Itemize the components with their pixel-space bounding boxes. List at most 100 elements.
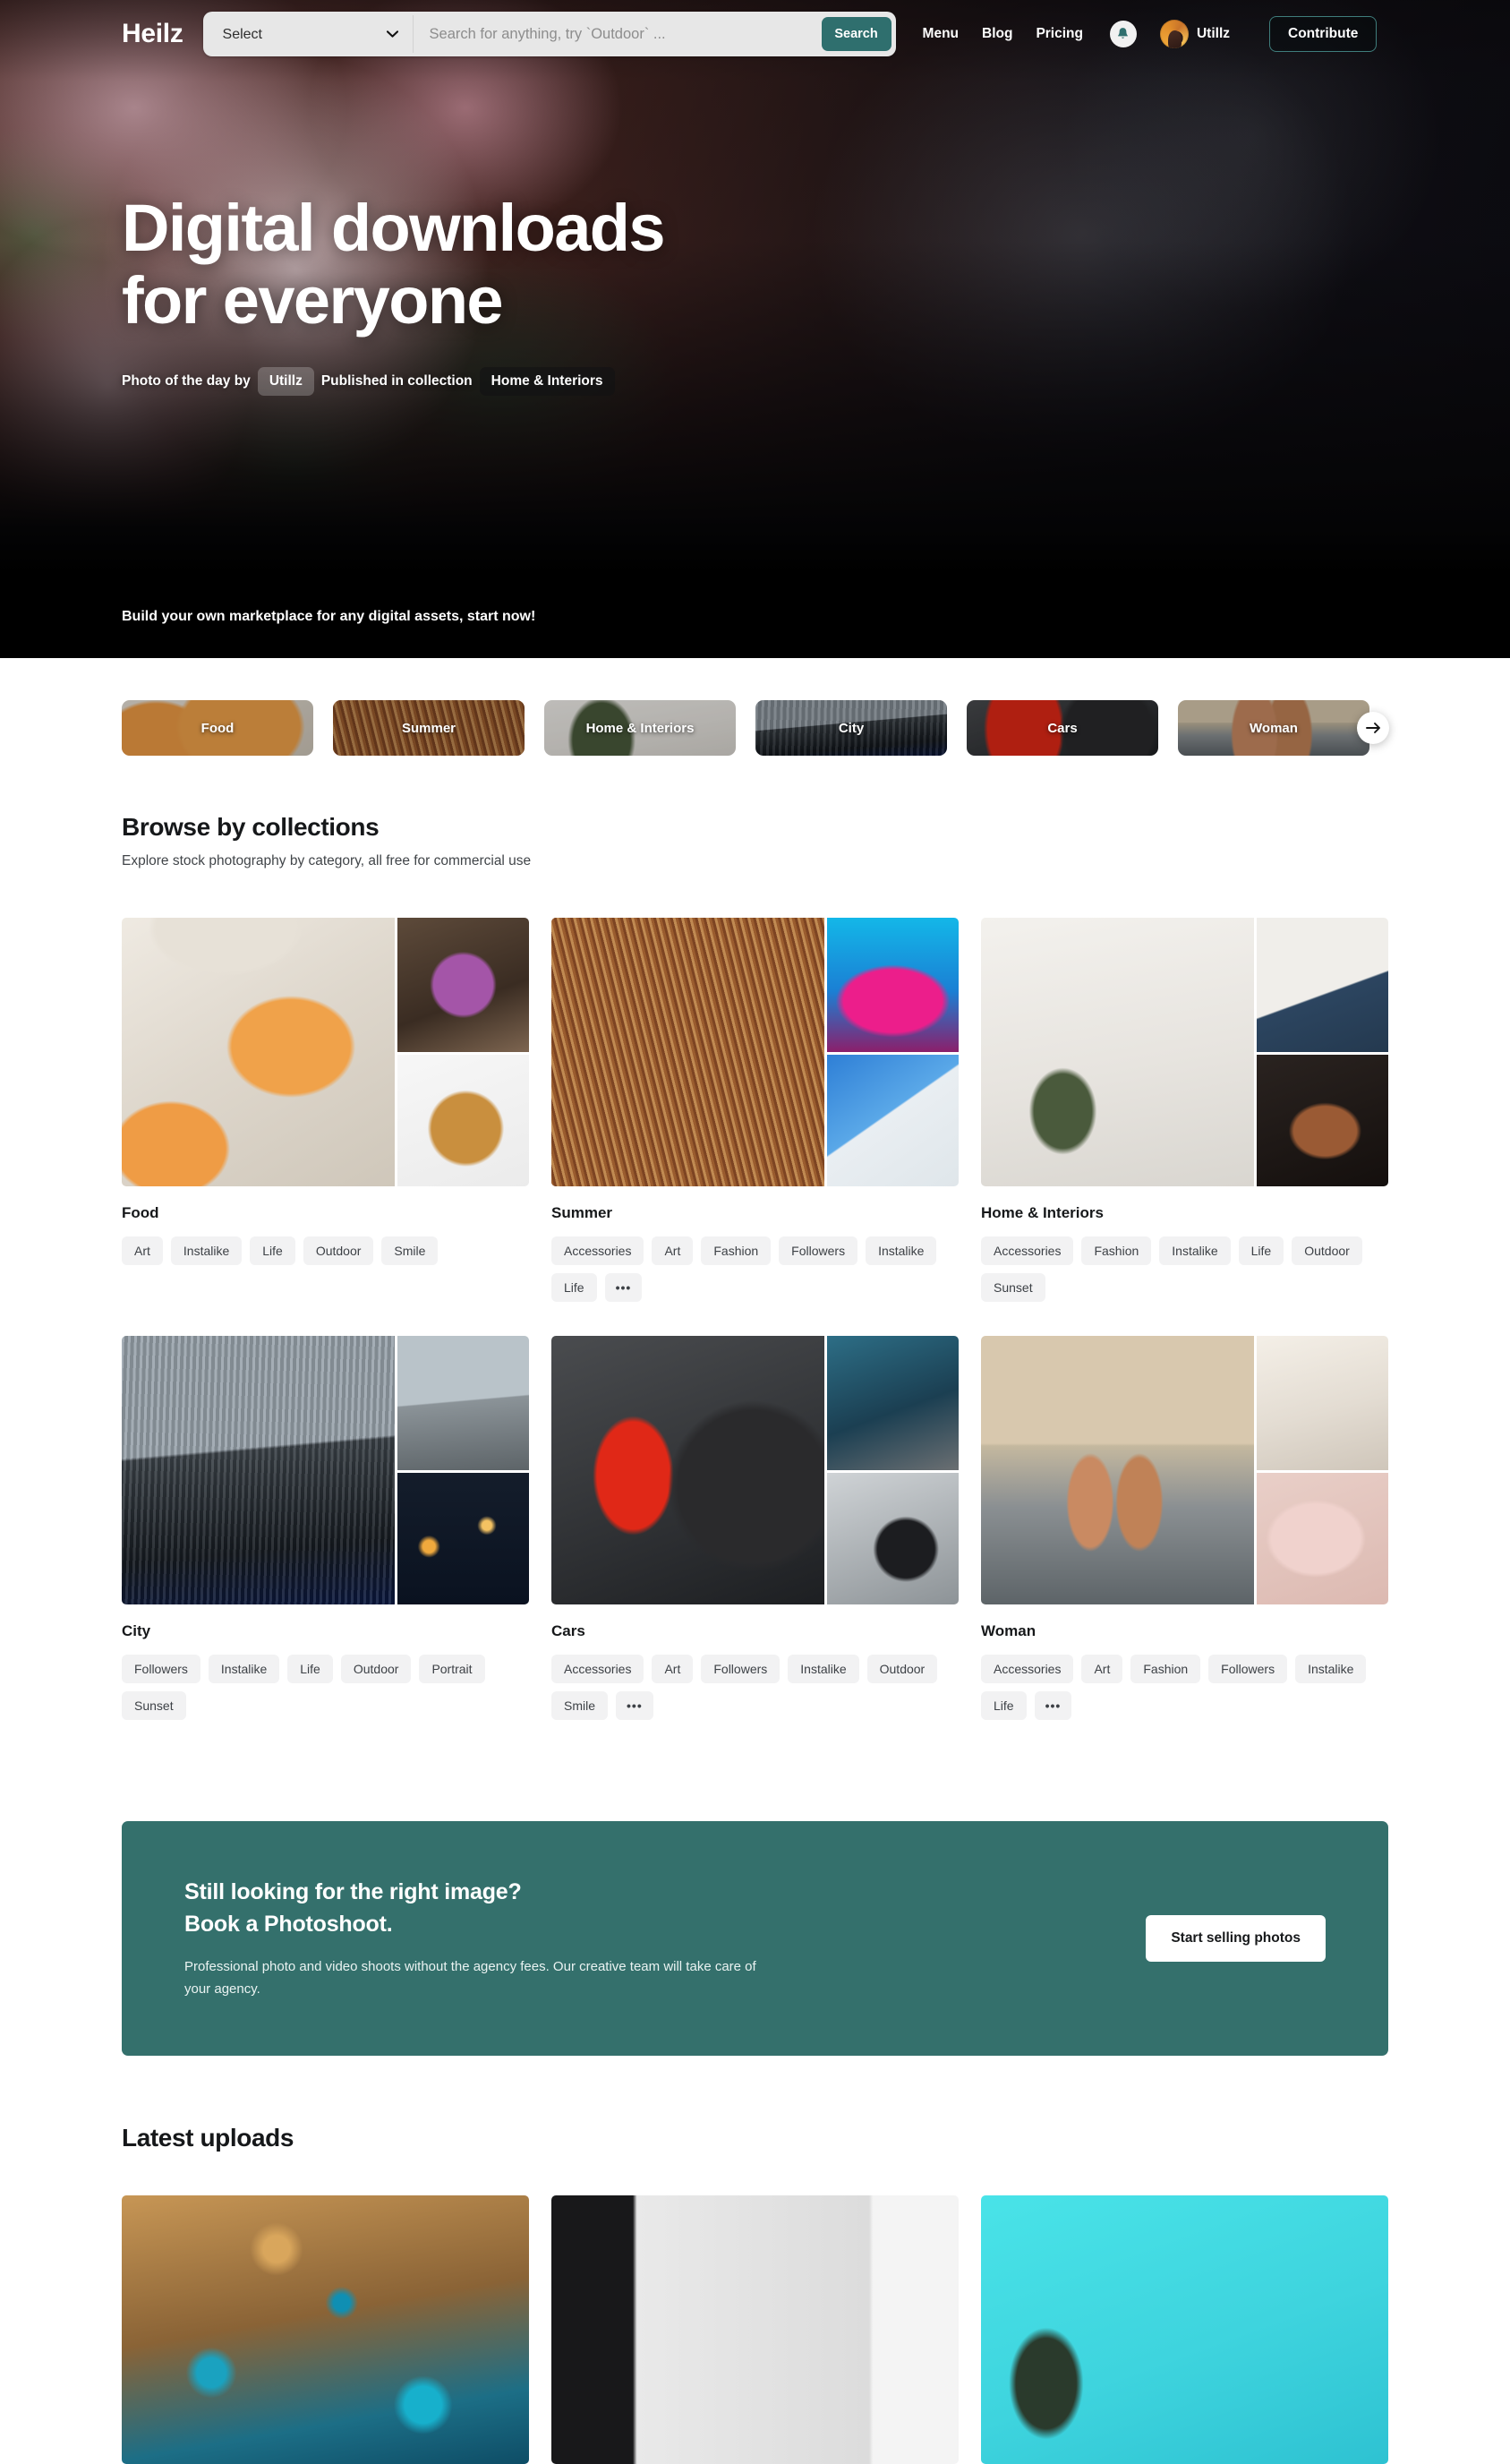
collection-mosaic[interactable] [122, 1336, 529, 1604]
collection-card[interactable]: Food Art Instalike Life Outdoor Smile [122, 918, 529, 1302]
category-pill-label: Home & Interiors [585, 720, 695, 736]
collection-tag[interactable]: Art [652, 1655, 694, 1683]
collection-tag[interactable]: Portrait [419, 1655, 485, 1683]
collection-tag[interactable]: Outdoor [303, 1236, 374, 1265]
collection-tag[interactable]: Life [250, 1236, 295, 1265]
collection-tag[interactable]: Followers [701, 1655, 781, 1683]
collection-tag-list: Accessories Art Followers Instalike Outdoor S… [551, 1655, 959, 1720]
category-pill-label: Cars [1047, 720, 1078, 736]
contribute-button[interactable]: Contribute [1269, 16, 1378, 52]
collection-tag[interactable]: Sunset [981, 1273, 1045, 1302]
collection-tag[interactable]: Life [287, 1655, 333, 1683]
collection-card[interactable]: City Followers Instalike Life Outdoor Portrai… [122, 1336, 529, 1720]
latest-upload-card[interactable] [551, 2195, 959, 2464]
collection-tag[interactable]: Fashion [1130, 1655, 1201, 1683]
category-pill[interactable]: Summer [333, 700, 525, 756]
collection-thumb-top [1257, 918, 1388, 1052]
collection-mosaic[interactable] [981, 918, 1388, 1186]
collection-thumb-bottom [397, 1473, 529, 1604]
bell-icon [1118, 28, 1129, 38]
collection-tag[interactable]: Fashion [701, 1236, 772, 1265]
collection-tag[interactable]: Instalike [208, 1655, 280, 1683]
collection-thumb-main [981, 1336, 1254, 1604]
collection-tag-list: Art Instalike Life Outdoor Smile [122, 1236, 529, 1265]
collection-thumb-top [1257, 1336, 1388, 1470]
collection-thumb-bottom [1257, 1055, 1388, 1186]
collection-tag[interactable]: Life [1238, 1236, 1284, 1265]
collections-section-header: Browse by collections Explore stock phot… [122, 813, 531, 869]
collections-title: Browse by collections [122, 813, 380, 841]
collection-thumb-bottom [397, 1055, 529, 1186]
user-menu[interactable]: Utillz [1159, 20, 1230, 48]
collection-tag[interactable]: Life [551, 1273, 597, 1302]
collection-tag[interactable]: Smile [551, 1691, 609, 1720]
collection-mosaic[interactable] [551, 918, 959, 1186]
nav-item-menu[interactable]: Menu [923, 26, 959, 42]
collection-tag[interactable]: Followers [779, 1236, 858, 1265]
category-select[interactable]: Select [202, 15, 413, 53]
cta-body-text: Professional photo and video shoots with… [184, 1959, 756, 1997]
collection-tag[interactable]: Art [1081, 1655, 1123, 1683]
search-input[interactable] [413, 15, 822, 53]
category-select-wrapper[interactable]: Select [202, 15, 414, 53]
collection-card[interactable]: Summer Accessories Art Fashion Followers Inst… [551, 918, 959, 1302]
collection-card[interactable]: Cars Accessories Art Followers Instalike Outd… [551, 1336, 959, 1720]
collection-mosaic[interactable] [122, 918, 529, 1186]
latest-upload-card[interactable] [122, 2195, 529, 2464]
photoshoot-cta-banner: Still looking for the right image? Book … [122, 1821, 1388, 2056]
collection-tag[interactable]: Instalike [866, 1236, 937, 1265]
collection-tag[interactable]: Followers [122, 1655, 200, 1683]
collection-tag[interactable]: Instalike [170, 1236, 243, 1265]
hero-author-pill[interactable]: Utillz [257, 367, 314, 397]
collection-tag[interactable]: Outdoor [1292, 1236, 1362, 1265]
collection-tag[interactable]: Art [122, 1236, 163, 1265]
collection-tag[interactable]: Followers [1208, 1655, 1288, 1683]
collection-tag[interactable]: Smile [381, 1236, 439, 1265]
category-pill[interactable]: Home & Interiors [544, 700, 736, 756]
hero-collection-pill[interactable]: Home & Interiors [479, 367, 615, 397]
site-logo[interactable]: Heilz [122, 19, 183, 49]
category-pill[interactable]: Woman [1178, 700, 1369, 756]
more-tags-button[interactable]: ••• [1034, 1691, 1072, 1720]
collection-tag[interactable]: Sunset [122, 1691, 186, 1720]
collection-name: Summer [551, 1204, 613, 1221]
collection-thumb-top [827, 1336, 959, 1470]
collection-tag[interactable]: Instalike [788, 1655, 859, 1683]
collection-tag[interactable]: Outdoor [340, 1655, 412, 1683]
collection-tag[interactable]: Life [981, 1691, 1027, 1720]
collection-tag[interactable]: Accessories [551, 1655, 644, 1683]
collection-tag-list: Accessories Art Fashion Followers Instalike L… [551, 1236, 959, 1302]
category-strip: Food Summer Home & Interiors City Cars Woman [122, 700, 1388, 756]
collection-name: Cars [551, 1622, 585, 1639]
collection-tag[interactable]: Instalike [1295, 1655, 1367, 1683]
collection-card[interactable]: Home & Interiors Accessories Fashion Instal… [981, 918, 1388, 1302]
collection-tag[interactable]: Outdoor [866, 1655, 938, 1683]
latest-upload-thumb [551, 2195, 959, 2464]
more-tags-button[interactable]: ••• [604, 1273, 643, 1302]
start-selling-photos-button[interactable]: Start selling photos [1146, 1915, 1326, 1962]
latest-upload-card[interactable] [981, 2195, 1388, 2464]
collection-tag[interactable]: Accessories [981, 1655, 1074, 1683]
collection-thumb-top [827, 918, 959, 1052]
collection-mosaic[interactable] [981, 1336, 1388, 1604]
notification-button[interactable] [1109, 21, 1137, 47]
category-pill[interactable]: Food [122, 700, 313, 756]
search-button[interactable]: Search [821, 17, 891, 51]
category-pill[interactable]: Cars [967, 700, 1158, 756]
nav-item-pricing[interactable]: Pricing [1036, 26, 1083, 42]
collection-thumb-top [397, 1336, 529, 1470]
collection-tag[interactable]: Instalike [1159, 1236, 1231, 1265]
collection-tag[interactable]: Accessories [981, 1236, 1074, 1265]
collection-thumb-main [122, 1336, 395, 1604]
category-pill[interactable]: City [755, 700, 947, 756]
collection-mosaic[interactable] [551, 1336, 959, 1604]
collection-name: Woman [981, 1622, 1037, 1639]
collection-tag[interactable]: Fashion [1081, 1236, 1152, 1265]
collection-card[interactable]: Woman Accessories Art Fashion Followers Insta… [981, 1336, 1388, 1720]
nav-item-blog[interactable]: Blog [982, 26, 1012, 42]
collection-name: Food [122, 1204, 159, 1221]
more-tags-button[interactable]: ••• [616, 1691, 653, 1720]
collection-tag[interactable]: Art [652, 1236, 694, 1265]
category-strip-next-button[interactable] [1357, 712, 1389, 744]
collection-tag[interactable]: Accessories [551, 1236, 644, 1265]
